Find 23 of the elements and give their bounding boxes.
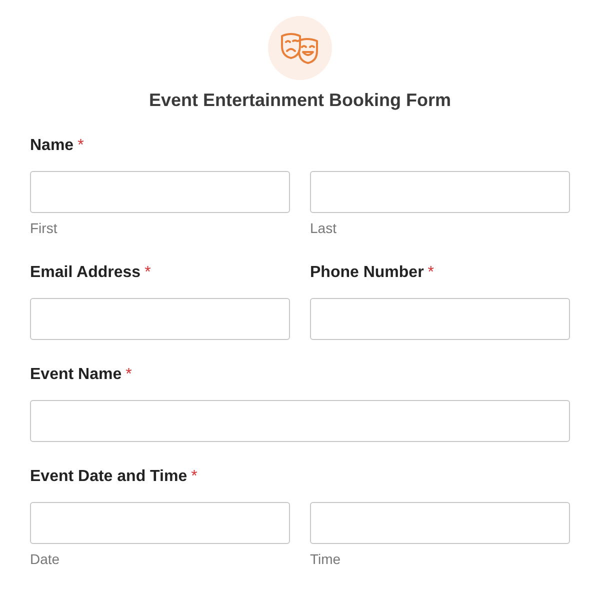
field-label: Phone Number <box>310 264 424 281</box>
required-mark: * <box>428 264 434 281</box>
input-field[interactable] <box>310 298 570 340</box>
sub-label: First <box>30 219 58 238</box>
sub-label: Date <box>30 550 61 569</box>
input-field[interactable] <box>30 400 570 442</box>
required-mark: * <box>126 366 132 383</box>
sub-label: Time <box>310 550 342 569</box>
required-mark: * <box>144 264 151 281</box>
field-label: Name <box>30 137 74 154</box>
form-title: Event Entertainment Booking Form <box>148 89 452 111</box>
input-field[interactable] <box>310 502 570 544</box>
input-field[interactable] <box>30 502 290 544</box>
theater-masks-icon <box>280 32 320 64</box>
field-label: Email Address <box>30 264 141 281</box>
input-field[interactable] <box>30 298 290 340</box>
input-field[interactable] <box>30 171 290 213</box>
field-label: Event Name <box>30 366 122 383</box>
sub-label: Last <box>310 219 338 238</box>
required-mark: * <box>78 137 84 154</box>
field-label: Event Date and Time <box>30 468 188 485</box>
required-mark: * <box>191 468 198 485</box>
input-field[interactable] <box>310 171 570 213</box>
